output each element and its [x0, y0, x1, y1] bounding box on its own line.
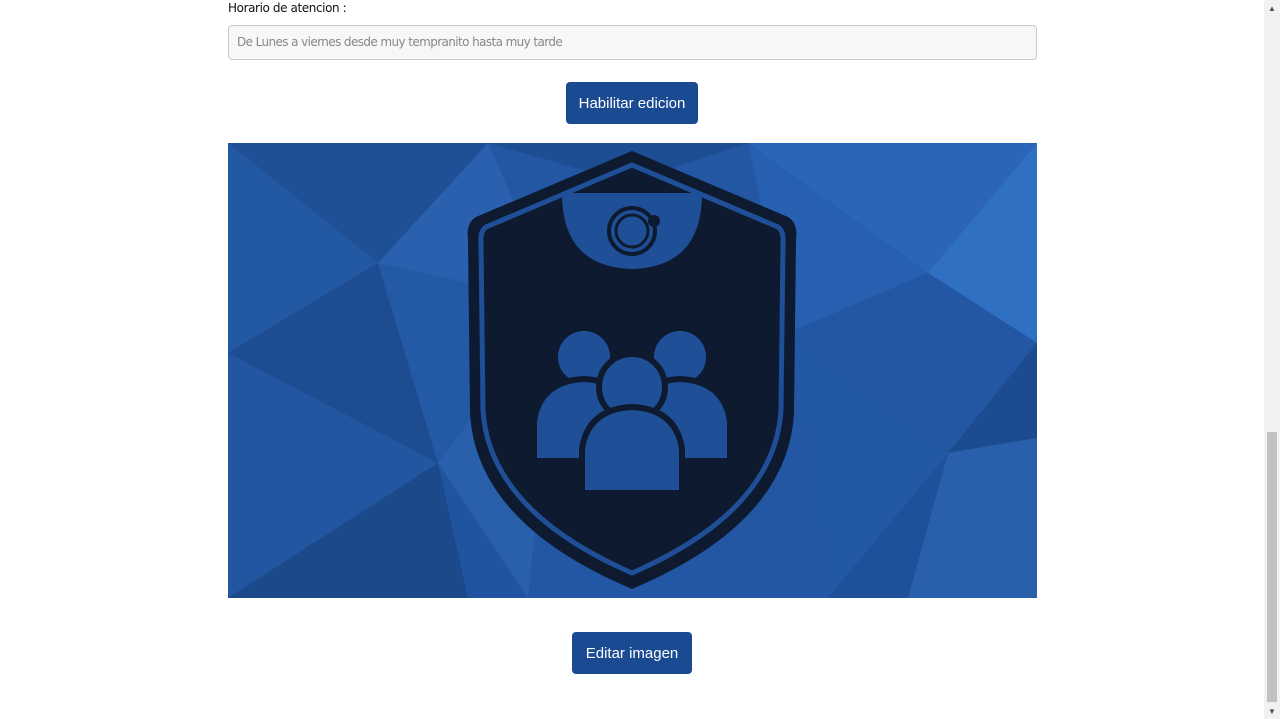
scroll-down-icon[interactable]: ▼	[1264, 703, 1280, 719]
scroll-up-icon[interactable]: ▲	[1264, 0, 1280, 16]
vertical-scrollbar[interactable]: ▲ ▼	[1264, 0, 1280, 719]
edit-image-button[interactable]: Editar imagen	[572, 632, 692, 674]
enable-edit-button[interactable]: Habilitar edicion	[566, 82, 698, 124]
schedule-label: Horario de atencion :	[228, 1, 347, 15]
scroll-thumb[interactable]	[1267, 432, 1277, 702]
page-content: Horario de atencion : De Lunes a viernes…	[0, 0, 1264, 719]
profile-image	[228, 143, 1037, 598]
shield-logo-graphic	[228, 143, 1037, 598]
schedule-input[interactable]: De Lunes a viernes desde muy tempranito …	[228, 25, 1037, 60]
